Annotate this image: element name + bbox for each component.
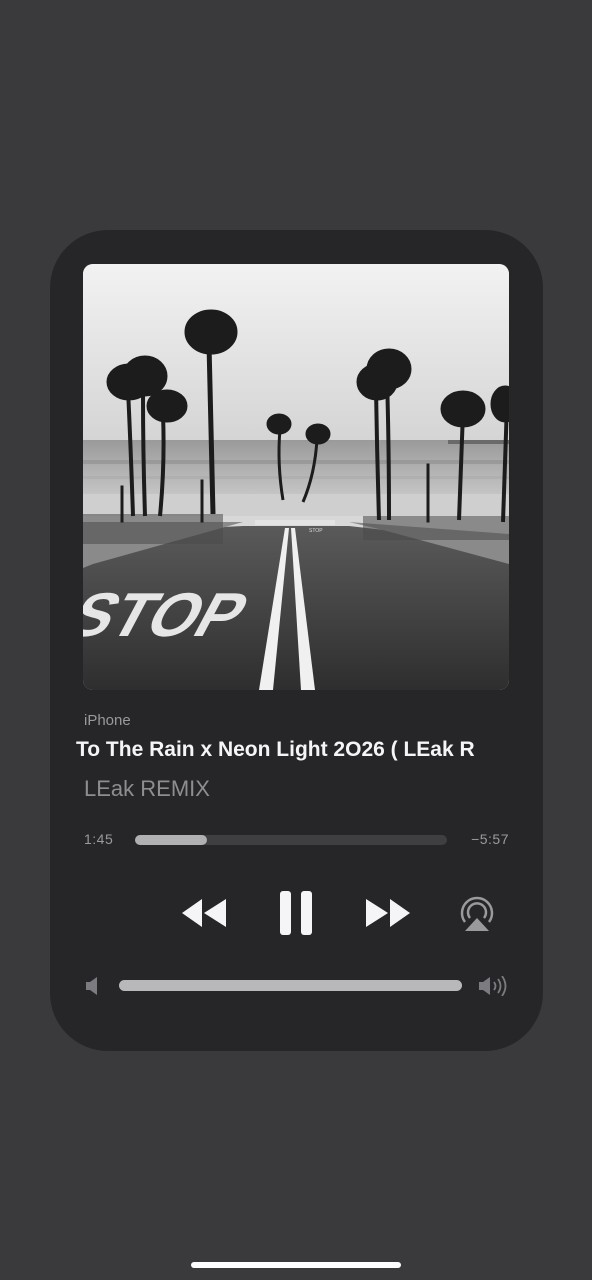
- artwork-image: STOP STOP: [83, 264, 509, 690]
- volume-max-icon: [479, 976, 507, 996]
- pause-icon: [280, 891, 312, 935]
- volume-fill: [119, 980, 462, 991]
- volume-slider[interactable]: [119, 980, 462, 991]
- now-playing-card: STOP STOP iPhone To The Rain x Neon Ligh…: [50, 230, 543, 1051]
- forward-icon: [366, 899, 410, 927]
- progress-scrubber[interactable]: [135, 835, 447, 845]
- backward-icon: [182, 899, 226, 927]
- speaker-low-icon: [86, 977, 97, 995]
- airplay-icon: [460, 896, 494, 931]
- remaining-time: −5:57: [471, 831, 509, 847]
- album-artwork[interactable]: STOP STOP: [83, 264, 509, 690]
- forward-button[interactable]: [364, 897, 412, 929]
- output-device-label: iPhone: [84, 712, 131, 729]
- rewind-button[interactable]: [180, 897, 228, 929]
- speaker-high-icon: [479, 976, 507, 996]
- track-title-text: To The Rain x Neon Light 2O26 ( LEak R: [76, 738, 475, 761]
- airplay-button[interactable]: [457, 893, 497, 933]
- artwork-stop-text: STOP: [309, 528, 323, 534]
- home-indicator[interactable]: [191, 1262, 401, 1268]
- volume-min-icon: [86, 977, 97, 995]
- track-title: To The Rain x Neon Light 2O26 ( LEak R: [76, 738, 514, 762]
- track-artist: LEak REMIX: [84, 776, 210, 801]
- elapsed-time: 1:45: [84, 831, 114, 847]
- progress-fill: [135, 835, 207, 845]
- pause-button[interactable]: [279, 890, 313, 936]
